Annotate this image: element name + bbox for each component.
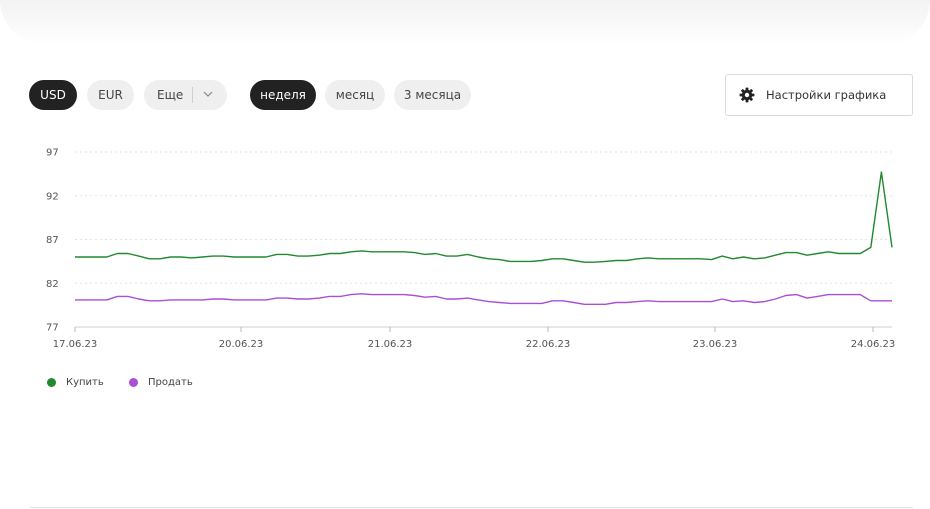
y-tick-label: 92 (46, 191, 59, 202)
x-tick-label: 21.06.23 (368, 339, 413, 350)
y-tick-label: 97 (46, 148, 59, 159)
x-tick-label: 23.06.23 (693, 339, 738, 350)
legend-label-buy: Купить (66, 377, 104, 388)
dropdown-divider (192, 87, 194, 103)
currency-tab-eur[interactable]: EUR (87, 80, 134, 110)
legend-dot-sell (129, 378, 138, 387)
x-tick-label: 22.06.23 (526, 339, 571, 350)
x-tick-label: 20.06.23 (219, 339, 264, 350)
legend-item-buy[interactable]: Купить (47, 377, 104, 388)
x-tick-label: 17.06.23 (53, 339, 98, 350)
chart-settings-label: Настройки графика (766, 88, 887, 102)
bottom-divider (30, 507, 913, 508)
gear-icon (739, 87, 755, 103)
period-tab-3-months[interactable]: 3 месяца (394, 80, 471, 110)
y-tick-label: 87 (46, 235, 59, 246)
x-tick-label: 24.06.23 (851, 339, 896, 350)
period-tab-week[interactable]: неделя (250, 80, 316, 110)
header-shadow (0, 0, 930, 45)
currency-more-dropdown[interactable]: Еще (144, 80, 227, 110)
exchange-rate-chart: 97 92 87 82 77 17.06.23 20.06.23 21.06.23 22.06.… (46, 148, 896, 351)
legend-item-sell[interactable]: Продать (129, 377, 193, 388)
chevron-down-icon (203, 80, 213, 110)
legend-dot-buy (47, 378, 56, 387)
currency-more-label: Еще (157, 88, 184, 102)
series-line-buy (75, 171, 893, 263)
legend-label-sell: Продать (148, 377, 193, 388)
period-tab-month[interactable]: месяц (325, 80, 385, 110)
currency-tab-usd[interactable]: USD (29, 80, 77, 110)
chart-settings-button[interactable]: Настройки графика (725, 74, 913, 116)
series-line-sell (75, 293, 892, 306)
y-tick-label: 82 (46, 279, 59, 290)
y-tick-label: 77 (46, 323, 59, 334)
